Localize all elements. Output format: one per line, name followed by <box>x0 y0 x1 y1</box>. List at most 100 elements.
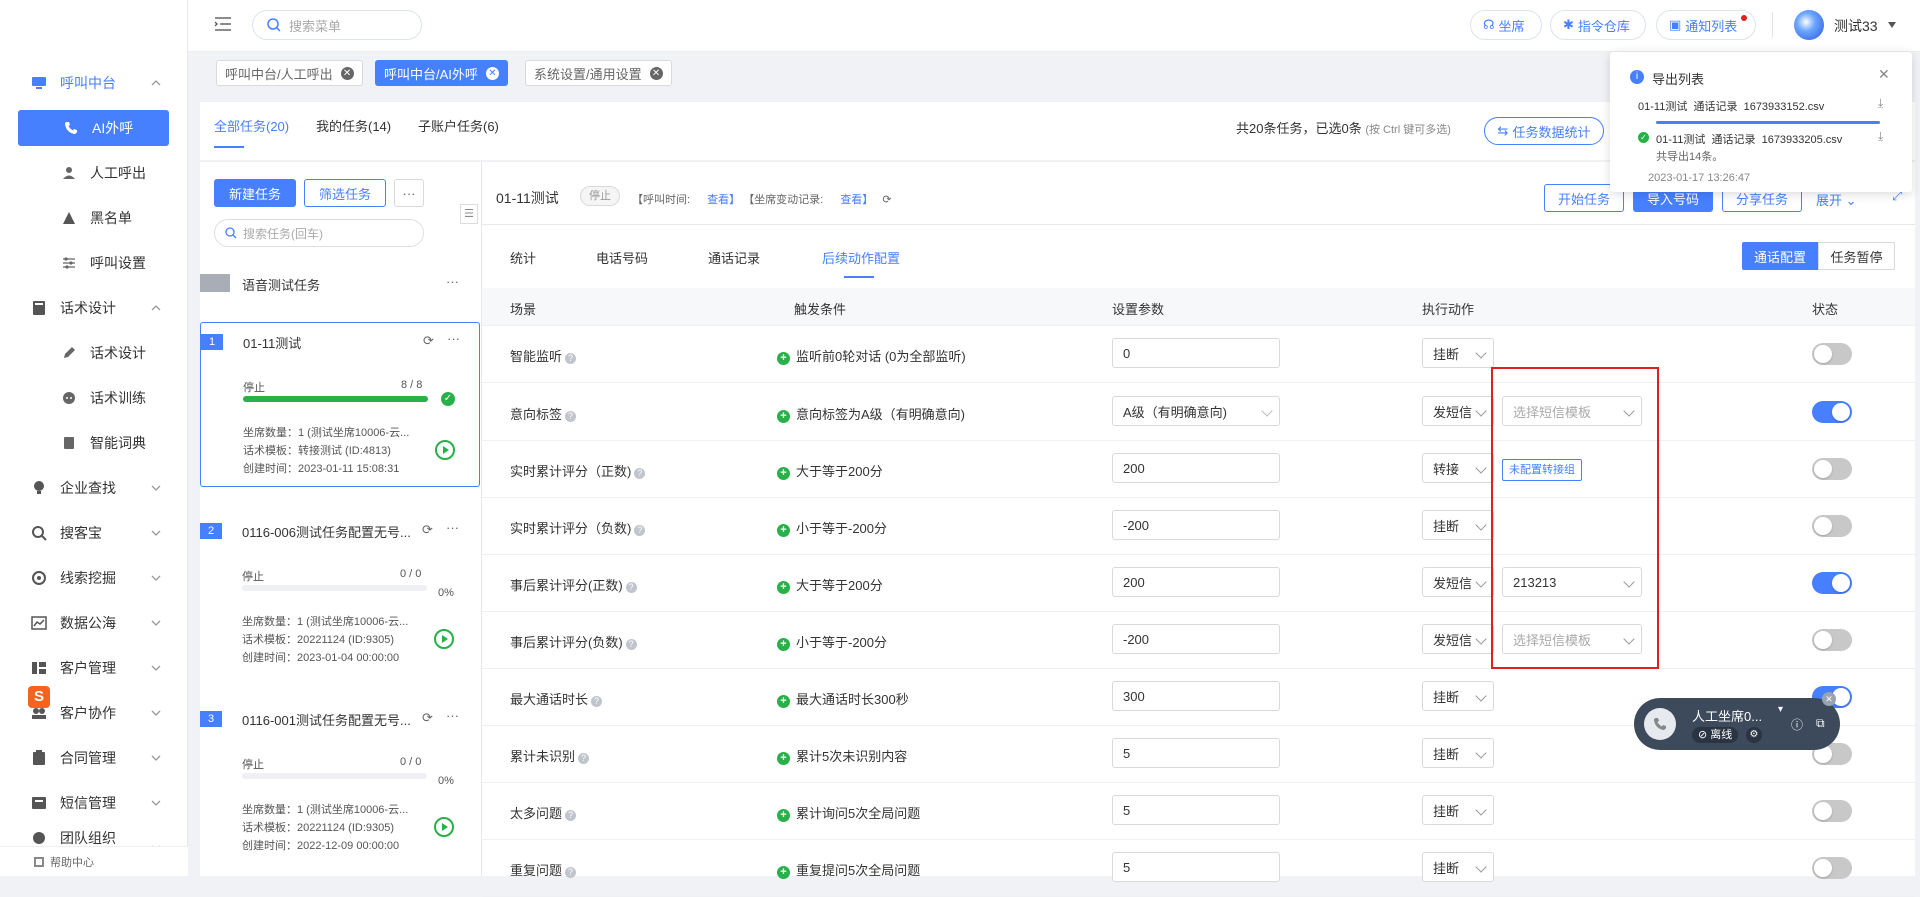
status-toggle[interactable] <box>1812 343 1852 365</box>
param-input[interactable]: 5 <box>1112 852 1280 882</box>
user-name[interactable]: 测试33 <box>1834 16 1878 36</box>
close-icon[interactable]: ✕ <box>1878 66 1890 83</box>
close-icon[interactable]: ✕ <box>649 66 663 80</box>
help-icon[interactable]: ? <box>565 810 577 821</box>
close-icon[interactable]: ✕ <box>1822 692 1836 706</box>
play-icon[interactable] <box>434 817 454 837</box>
action-select[interactable]: 挂断 <box>1422 852 1494 882</box>
sidebar-group-company-search[interactable]: 企业查找 <box>0 470 188 506</box>
plus-icon[interactable]: + <box>777 638 790 651</box>
action-select[interactable]: 挂断 <box>1422 338 1494 368</box>
settings-icon[interactable]: ⚙ <box>1746 727 1762 743</box>
task-card[interactable]: 2 0116-006测试任务配置无号... ⟳ ··· 停止 0 / 0 0% … <box>200 512 482 677</box>
param-input[interactable]: 200 <box>1112 453 1280 483</box>
param-input[interactable]: -200 <box>1112 624 1280 654</box>
subtab-call-records[interactable]: 通话记录 <box>708 248 760 267</box>
action-select[interactable]: 转接 <box>1422 453 1494 483</box>
param-select[interactable]: A级（有明确意向) <box>1112 396 1280 426</box>
sidebar-group-lead-mining[interactable]: 线索挖掘 <box>0 560 188 596</box>
plus-icon[interactable]: + <box>777 410 790 423</box>
sidebar-item-ai-call[interactable]: AI外呼 <box>18 110 169 146</box>
sidebar-item-dictionary[interactable]: 智能词典 <box>0 425 188 461</box>
plus-icon[interactable]: + <box>777 467 790 480</box>
tag-general-settings[interactable]: 系统设置/通用设置 ✕ <box>525 60 672 86</box>
action-select[interactable]: 发短信 <box>1422 624 1494 654</box>
action-select[interactable]: 挂断 <box>1422 510 1494 540</box>
task-pause-button[interactable]: 任务暂停 <box>1818 242 1895 270</box>
param-input[interactable]: 0 <box>1112 338 1280 368</box>
refresh-icon[interactable]: ⟳ <box>422 710 433 726</box>
alert-icon[interactable]: ⓘ <box>1791 716 1803 733</box>
plus-icon[interactable]: + <box>777 524 790 537</box>
close-icon[interactable]: ✕ <box>485 66 499 80</box>
more-button[interactable]: ··· <box>394 179 424 207</box>
agent-pill-button[interactable]: ☊ 坐席 <box>1470 10 1542 40</box>
task-card[interactable]: 3 0116-001测试任务配置无号... ⟳ ··· 停止 0 / 0 0% … <box>200 700 482 865</box>
help-icon[interactable]: ? <box>634 525 646 536</box>
sidebar-group-call-center[interactable]: 呼叫中台 <box>0 65 188 101</box>
status-toggle[interactable] <box>1812 401 1852 423</box>
plus-icon[interactable]: + <box>777 695 790 708</box>
status-toggle[interactable] <box>1812 800 1852 822</box>
sidebar-item-manual-call[interactable]: 人工呼出 <box>0 155 188 191</box>
task-more-icon[interactable]: ··· <box>446 520 459 535</box>
param-input[interactable]: -200 <box>1112 510 1280 540</box>
subtab-phone-numbers[interactable]: 电话号码 <box>596 248 648 267</box>
menu-search-input[interactable]: 搜索菜单 <box>252 10 422 40</box>
caret-down-icon[interactable]: ▾ <box>1778 704 1783 715</box>
task-more-icon[interactable]: ··· <box>446 708 459 723</box>
param-input[interactable]: 200 <box>1112 567 1280 597</box>
sidebar-group-soukebao[interactable]: 搜客宝 <box>0 515 188 551</box>
help-icon[interactable]: ? <box>565 411 577 422</box>
phone-widget[interactable]: 人工坐席0... ▾ ⊘ 离线 ⚙ ⧉ ⓘ ✕ <box>1634 692 1840 750</box>
avatar[interactable] <box>1794 10 1824 40</box>
status-toggle[interactable] <box>1812 629 1852 651</box>
call-time-link[interactable]: 查看】 <box>707 194 740 206</box>
menu-toggle-icon[interactable] <box>214 16 232 32</box>
plus-icon[interactable]: + <box>777 866 790 879</box>
action-select[interactable]: 挂断 <box>1422 738 1494 768</box>
sidebar-item-call-settings[interactable]: 呼叫设置 <box>0 245 188 281</box>
download-icon[interactable]: ⤓ <box>1878 129 1883 144</box>
help-icon[interactable]: ? <box>565 867 577 878</box>
caret-down-icon[interactable] <box>1888 22 1896 28</box>
sidebar-item-script-design[interactable]: 话术设计 <box>0 335 188 371</box>
task-search-input[interactable]: 搜索任务(回车) <box>214 219 424 247</box>
window-icon[interactable]: ⧉ <box>1816 716 1825 731</box>
sidebar-group-customer-mgmt[interactable]: 客户管理 <box>0 650 188 686</box>
param-input[interactable]: 300 <box>1112 681 1280 711</box>
plus-icon[interactable]: + <box>777 352 790 365</box>
close-icon[interactable]: ✕ <box>340 66 354 80</box>
param-input[interactable]: 5 <box>1112 738 1280 768</box>
tab-all-tasks[interactable]: 全部任务(20) <box>214 116 289 135</box>
play-icon[interactable] <box>434 629 454 649</box>
subtab-stats[interactable]: 统计 <box>510 248 536 267</box>
help-icon[interactable]: ? <box>591 696 603 707</box>
help-icon[interactable]: ? <box>625 639 637 650</box>
expand-button[interactable]: 展开 ⌄ <box>1816 190 1857 209</box>
sidebar-item-blacklist[interactable]: 黑名单 <box>0 200 188 236</box>
plus-icon[interactable]: + <box>777 809 790 822</box>
collapse-list-icon[interactable]: ☰ <box>460 204 478 224</box>
tab-my-tasks[interactable]: 我的任务(14) <box>316 116 391 135</box>
task-card[interactable]: 1 01-11测试 ⟳ ··· 停止 8 / 8 ✓ 坐席数量：1 (测试坐席1… <box>200 322 480 487</box>
action-select[interactable]: 挂断 <box>1422 795 1494 825</box>
tag-manual-call[interactable]: 呼叫中台/人工呼出 ✕ <box>216 60 363 86</box>
sidebar-group-sms-mgmt[interactable]: 短信管理 <box>0 785 188 821</box>
sidebar-group-team-org[interactable]: 团队组织 <box>0 830 188 846</box>
sidebar-group-script-design[interactable]: 话术设计 <box>0 290 188 326</box>
help-icon[interactable]: ? <box>565 353 577 364</box>
subtab-followup-config[interactable]: 后续动作配置 <box>822 248 900 267</box>
commands-pill-button[interactable]: ✱ 指令仓库 <box>1550 10 1646 40</box>
task-more-icon[interactable]: ··· <box>447 331 460 346</box>
play-icon[interactable] <box>435 440 455 460</box>
action-select[interactable]: 挂断 <box>1422 681 1494 711</box>
agent-change-link[interactable]: 查看】 <box>840 194 873 206</box>
tab-sub-tasks[interactable]: 子账户任务(6) <box>418 116 499 135</box>
sidebar-group-data-pool[interactable]: 数据公海 <box>0 605 188 641</box>
plus-icon[interactable]: + <box>777 752 790 765</box>
notify-pill-button[interactable]: ▣ 通知列表 <box>1656 10 1756 40</box>
group-more-icon[interactable]: ··· <box>446 274 459 289</box>
ime-s-icon[interactable]: S <box>28 686 50 708</box>
help-icon[interactable]: ? <box>634 468 646 479</box>
